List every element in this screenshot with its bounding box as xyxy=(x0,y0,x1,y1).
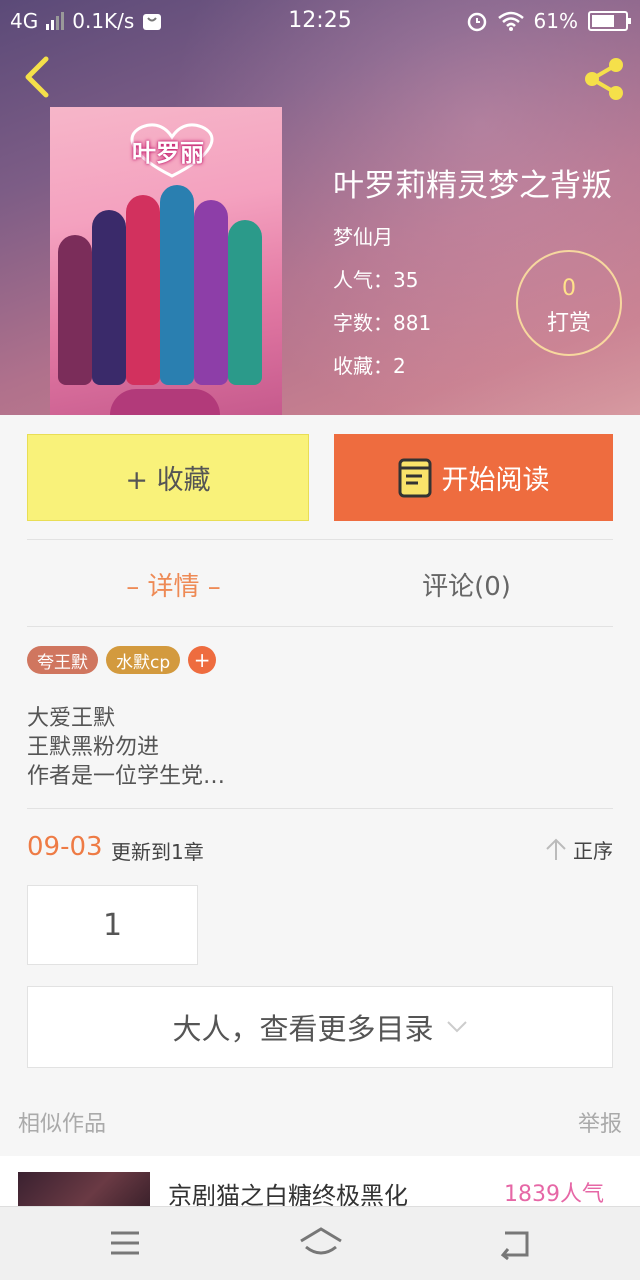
similar-works-heading: 相似作品 xyxy=(18,1112,107,1137)
reward-button[interactable]: 0 打赏 xyxy=(516,250,622,356)
cover-title: 叶罗丽 xyxy=(132,139,204,167)
battery-percent: 61% xyxy=(533,9,578,33)
system-nav-bar xyxy=(0,1206,640,1280)
tab-comment[interactable]: 评论(0) xyxy=(320,566,613,603)
add-tag-button[interactable]: + xyxy=(188,646,217,674)
arrow-up-icon xyxy=(546,838,566,860)
description-line: 作者是一位学生党… xyxy=(27,764,226,789)
back-arrow-icon[interactable] xyxy=(18,55,58,99)
tag-list: 夸王默 水默cp + xyxy=(27,646,217,674)
reward-label: 打赏 xyxy=(546,311,591,336)
reward-count: 0 xyxy=(562,276,576,301)
cover-figure xyxy=(58,235,92,385)
cover-figure xyxy=(194,200,228,385)
chapter-item[interactable]: 1 xyxy=(27,885,198,965)
book-title: 叶罗莉精灵梦之背叛 xyxy=(333,168,612,204)
cover-figure xyxy=(126,195,160,385)
book-cover: 叶罗丽 xyxy=(50,107,282,415)
sort-order-button[interactable]: 正序 xyxy=(545,835,613,864)
book-description: 大爱王默 王默黑粉勿进 作者是一位学生党… xyxy=(27,704,225,791)
status-bar: 4G 0.1K/s 12:25 61% xyxy=(0,0,640,42)
tag[interactable]: 夸王默 xyxy=(27,646,98,674)
more-catalog-button[interactable]: 大人，查看更多目录 xyxy=(27,986,613,1068)
similar-work-item[interactable]: 京剧猫之白糖终极黑化 1839人气 xyxy=(0,1156,640,1206)
cover-stage xyxy=(110,389,220,415)
battery-icon xyxy=(588,11,631,31)
similar-work-cover xyxy=(18,1172,150,1206)
menu-icon[interactable] xyxy=(105,1225,145,1261)
home-icon[interactable] xyxy=(298,1225,344,1261)
description-line: 王默黑粉勿进 xyxy=(27,735,160,760)
tab-detail[interactable]: – 详情 – xyxy=(27,566,320,603)
cover-figure xyxy=(228,220,262,385)
wifi-icon xyxy=(497,11,524,31)
alarm-icon xyxy=(467,12,486,32)
sort-order-label: 正序 xyxy=(573,839,613,863)
report-link[interactable]: 举报 xyxy=(578,1106,622,1138)
chevron-down-icon xyxy=(446,1021,467,1033)
update-status: 更新到1章 xyxy=(111,840,204,864)
more-catalog-label: 大人，查看更多目录 xyxy=(172,1012,434,1046)
add-favorite-label: + 收藏 xyxy=(125,465,211,496)
author-name[interactable]: 梦仙月 xyxy=(333,221,612,250)
similar-work-popularity: 1839人气 xyxy=(504,1182,604,1206)
divider xyxy=(27,626,613,627)
start-reading-button[interactable]: 开始阅读 xyxy=(334,434,613,521)
divider xyxy=(27,808,613,809)
share-icon[interactable] xyxy=(580,55,628,103)
chapter-number: 1 xyxy=(102,907,123,943)
add-favorite-button[interactable]: + 收藏 xyxy=(27,434,309,521)
back-icon[interactable] xyxy=(495,1225,535,1261)
update-date: 09-03 xyxy=(27,832,103,862)
description-line: 大爱王默 xyxy=(27,706,116,731)
divider xyxy=(27,539,613,540)
similar-work-title: 京剧猫之白糖终极黑化 xyxy=(168,1182,408,1206)
cover-figure xyxy=(160,185,194,385)
tag[interactable]: 水默cp xyxy=(106,646,181,674)
book-icon xyxy=(398,458,431,497)
cover-figure xyxy=(92,210,126,385)
start-reading-label: 开始阅读 xyxy=(441,465,550,496)
